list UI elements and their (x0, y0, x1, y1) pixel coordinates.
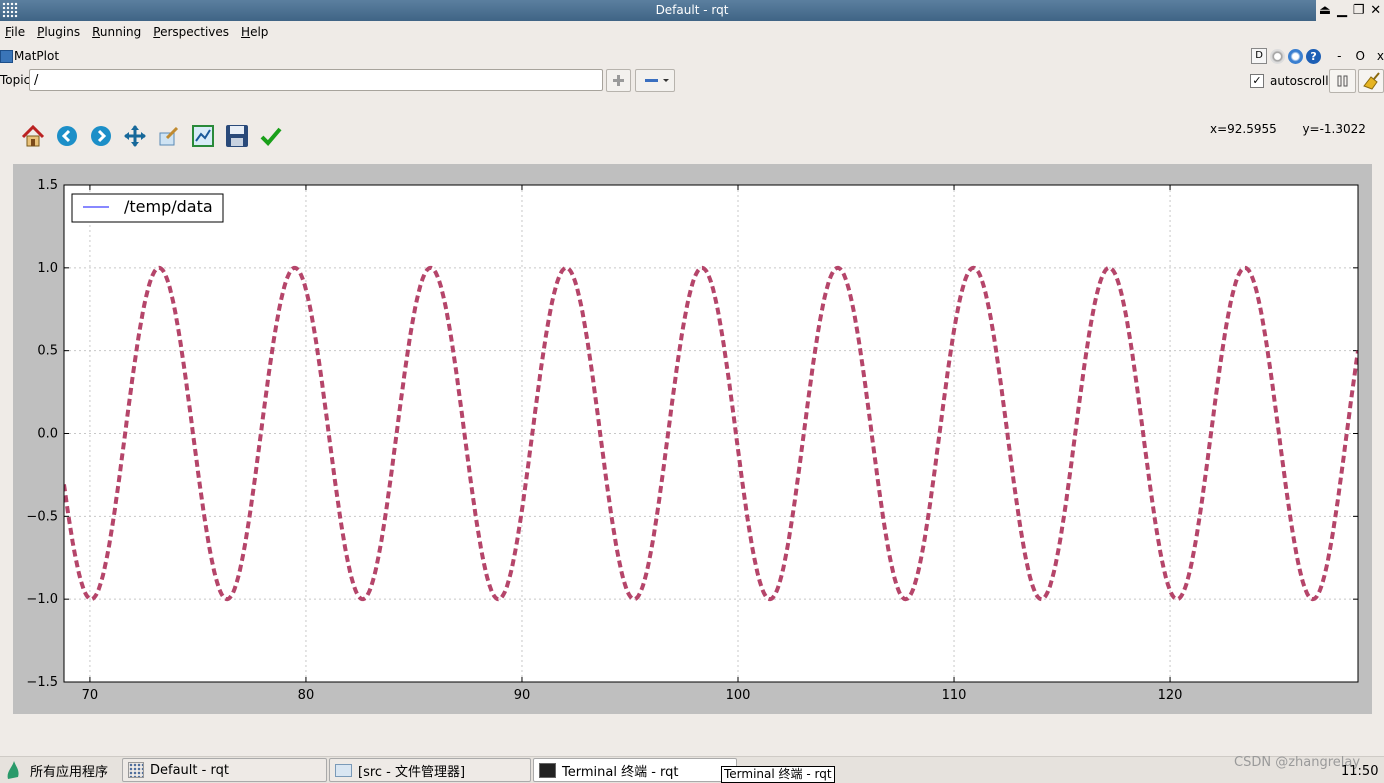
save-icon[interactable] (224, 123, 250, 149)
plot-area (64, 185, 1358, 682)
task-terminal[interactable]: Terminal 终端 - rqt (533, 758, 737, 782)
task-file-manager[interactable]: [src - 文件管理器] (329, 758, 531, 782)
edit-curves-icon[interactable] (258, 123, 284, 149)
task-default-rqt[interactable]: Default - rqt (122, 758, 327, 782)
autoscroll-toggle[interactable]: ✓ autoscroll (1250, 74, 1329, 88)
window-controls: ⏏ ▁ ❐ ✕ (1316, 0, 1384, 21)
remove-topic-button[interactable] (635, 69, 675, 92)
close-icon[interactable]: ✕ (1370, 0, 1381, 21)
y-tick-label: −1.0 (26, 592, 58, 607)
minus-dropdown-icon (645, 79, 669, 82)
forward-arrow-icon[interactable] (88, 123, 114, 149)
y-tick-label: −0.5 (26, 509, 58, 524)
x-tick-label: 110 (942, 688, 967, 703)
task-label: Default - rqt (150, 762, 229, 778)
taskbar: 所有应用程序 Default - rqt [src - 文件管理器] Termi… (0, 756, 1384, 783)
matplot-icon (0, 49, 13, 63)
pause-icon (1337, 75, 1348, 87)
task-label: Terminal 终端 - rqt (562, 764, 679, 780)
minimize-plugin-button[interactable]: - (1337, 49, 1341, 63)
subplots-icon[interactable] (190, 123, 216, 149)
zoom-rect-icon[interactable] (156, 123, 182, 149)
cursor-x: x=92.5955 (1210, 122, 1277, 136)
menu-help[interactable]: Help (236, 22, 275, 42)
plot-toolbar (20, 123, 284, 149)
legend: /temp/data (71, 193, 224, 223)
y-tick-label: 0.0 (37, 427, 58, 442)
autoscroll-label: autoscroll (1270, 74, 1329, 88)
start-menu[interactable]: 所有应用程序 (4, 760, 108, 780)
plugin-header: MatPlot (0, 48, 59, 64)
maximize-icon[interactable]: ❐ (1353, 0, 1365, 21)
menu-plugins[interactable]: Plugins (32, 22, 87, 42)
broom-icon (1363, 72, 1380, 90)
plugin-title: MatPlot (14, 49, 60, 63)
x-tick-label: 70 (82, 688, 99, 703)
x-tick-label: 120 (1158, 688, 1183, 703)
plus-icon (613, 75, 624, 86)
window-titlebar[interactable]: Default - rqt ⏏ ▁ ❐ ✕ (0, 0, 1384, 21)
help-icon[interactable]: ? (1306, 48, 1322, 64)
plugin-controls: D ? - O x (1251, 47, 1384, 65)
plot-canvas[interactable]: 70 80 90 100 110 120 −1.5 −1.0 −0.5 0.0 0.5 1.0 1.5 /… (13, 164, 1372, 714)
topic-label: Topic (0, 73, 31, 87)
x-tick-label: 100 (726, 688, 751, 703)
reload-icon[interactable] (1288, 48, 1304, 64)
back-arrow-icon[interactable] (54, 123, 80, 149)
start-label: 所有应用程序 (30, 764, 109, 780)
shade-icon[interactable]: ⏏ (1319, 0, 1331, 21)
add-topic-button[interactable] (606, 69, 631, 92)
menu-perspectives[interactable]: Perspectives (148, 22, 236, 42)
cursor-coordinates: x=92.5955 y=-1.3022 (1210, 122, 1366, 136)
minimize-icon[interactable]: ▁ (1337, 0, 1347, 21)
clock: 11:50 (1341, 764, 1379, 779)
menu-running[interactable]: Running (87, 22, 148, 42)
pause-button[interactable] (1329, 69, 1356, 93)
taskbar-tooltip: Terminal 终端 - rqt (721, 766, 835, 783)
y-tick-label: 0.5 (37, 344, 58, 359)
gear-icon[interactable] (1270, 48, 1286, 64)
app-menu-icon[interactable] (2, 2, 18, 18)
menubar: File Plugins Running Perspectives Help (0, 22, 275, 42)
pan-icon[interactable] (122, 123, 148, 149)
topic-input[interactable]: / (29, 69, 603, 91)
dock-button[interactable]: D (1251, 48, 1268, 64)
folder-icon (335, 763, 352, 777)
y-tick-label: 1.5 (37, 178, 58, 193)
cursor-y: y=-1.3022 (1302, 122, 1366, 136)
autoscroll-checkbox[interactable]: ✓ (1250, 74, 1264, 88)
window-title: Default - rqt (655, 3, 729, 17)
task-label: [src - 文件管理器] (358, 764, 466, 780)
clear-button[interactable] (1358, 69, 1384, 93)
terminal-icon (539, 762, 556, 778)
x-tick-label: 80 (298, 688, 315, 703)
plot-figure[interactable]: 70 80 90 100 110 120 −1.5 −1.0 −0.5 0.0 0.5 1.0 1.5 /… (13, 164, 1372, 714)
x-tick-label: 90 (514, 688, 531, 703)
close-plugin-icon[interactable]: x (1377, 49, 1384, 63)
float-plugin-button[interactable]: O (1355, 49, 1364, 63)
legend-label: /temp/data (124, 197, 213, 216)
menu-file[interactable]: File (0, 22, 32, 42)
start-logo-icon (7, 761, 19, 779)
y-tick-label: 1.0 (37, 261, 58, 276)
home-icon[interactable] (20, 123, 46, 149)
y-tick-label: −1.5 (26, 675, 58, 690)
rqt-app-icon (128, 762, 144, 778)
